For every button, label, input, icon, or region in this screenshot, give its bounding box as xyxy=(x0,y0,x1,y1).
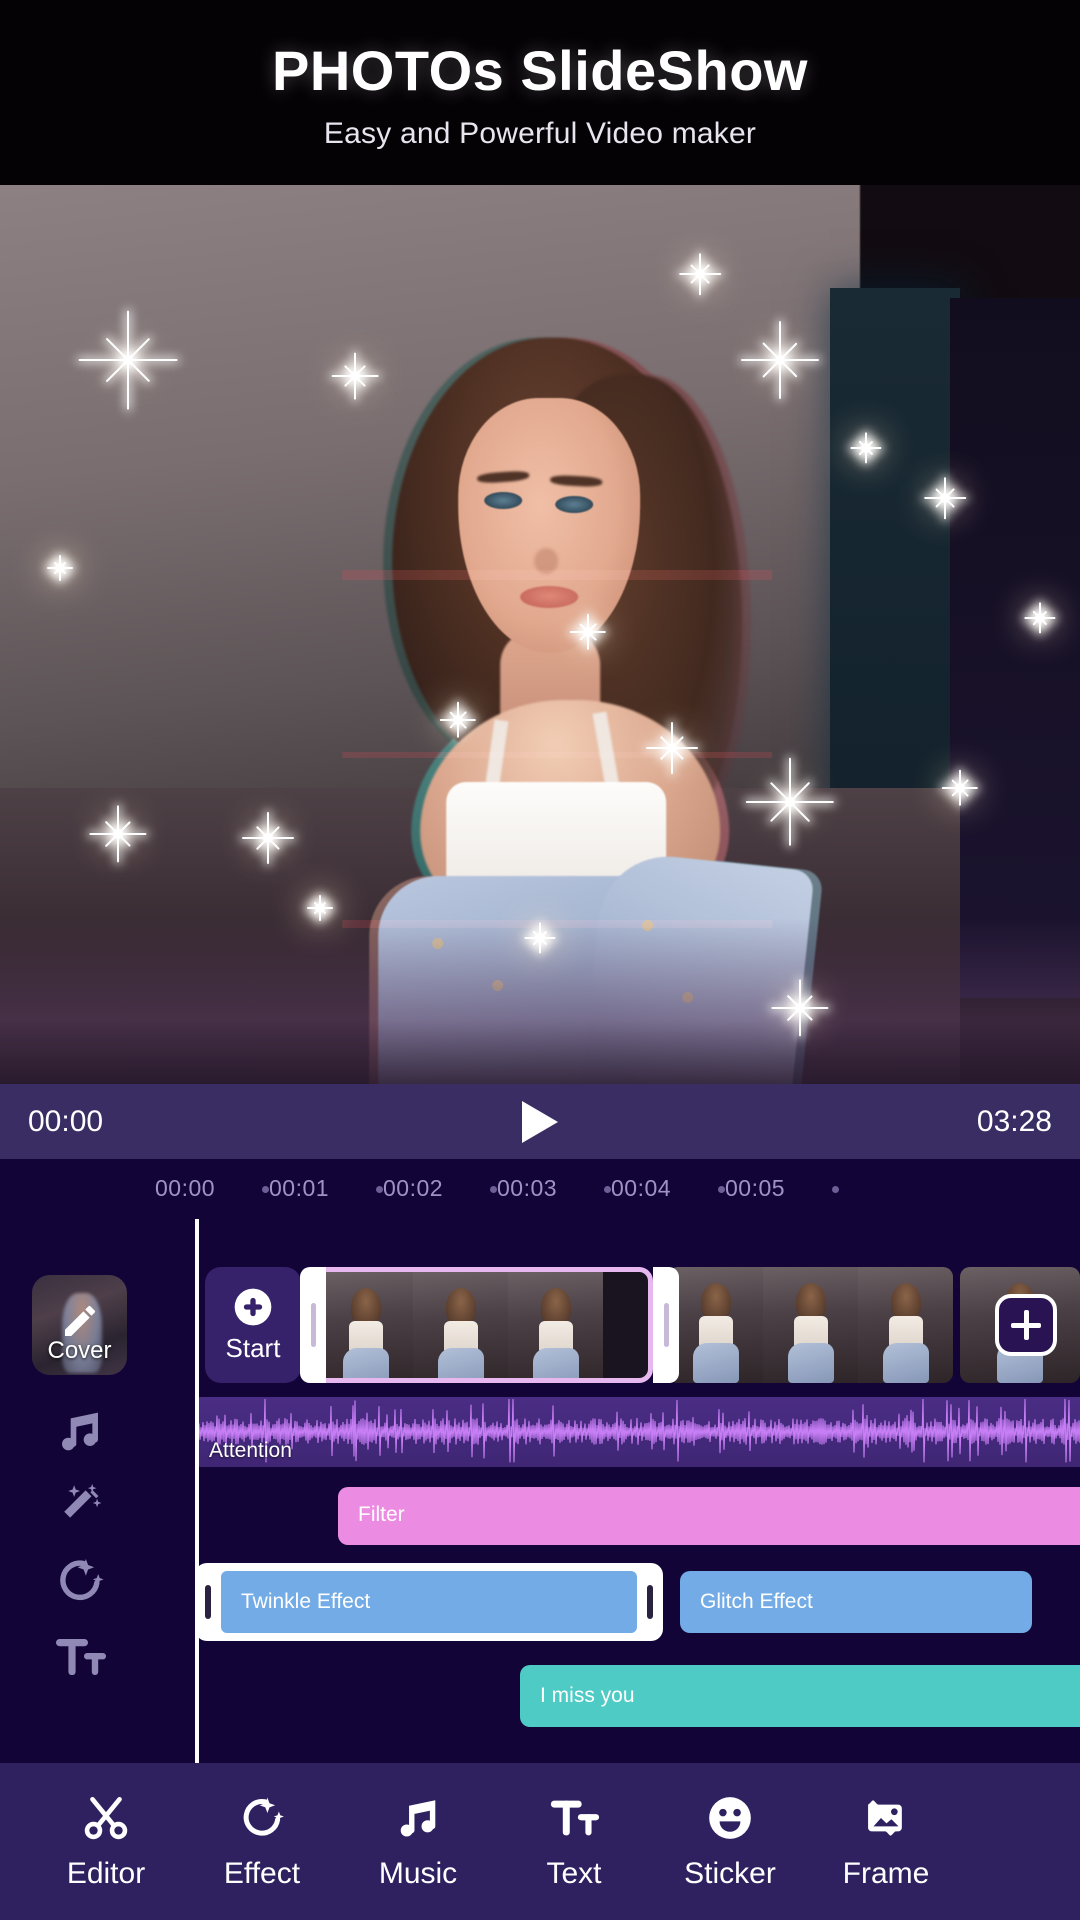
effect-trim-handle-right[interactable] xyxy=(647,1585,653,1619)
ruler-dot xyxy=(718,1186,725,1193)
nav-item-sticker[interactable]: Sticker xyxy=(652,1782,808,1902)
ruler-dot xyxy=(376,1186,383,1193)
nav-label: Effect xyxy=(223,1856,301,1890)
video-preview[interactable] xyxy=(0,148,1080,1088)
clip-frame xyxy=(508,1272,603,1378)
bottom-toolbar: Editor Effect Music Text Sticker Frame xyxy=(0,1763,1080,1920)
add-clip-button[interactable] xyxy=(995,1294,1057,1356)
scissors-icon xyxy=(81,1793,131,1843)
player-control-bar: 00:00 03:28 xyxy=(0,1084,1080,1159)
ruler-dot xyxy=(262,1186,269,1193)
music-note-icon xyxy=(393,1793,443,1843)
effect-clip-label: Glitch Effect xyxy=(700,1590,813,1613)
filter-clip-label: Filter xyxy=(358,1503,405,1526)
effect-clip-twinkle[interactable]: Twinkle Effect xyxy=(195,1563,663,1641)
text-clip-label: I miss you xyxy=(540,1684,635,1707)
nav-item-frame[interactable]: Frame xyxy=(808,1782,964,1902)
ruler-tick: 00:02 xyxy=(383,1175,444,1201)
preview-floor-glow xyxy=(0,918,1080,1088)
total-time-label: 03:28 xyxy=(976,1104,1052,1138)
ruler-tick: 00:04 xyxy=(611,1175,672,1201)
nav-label: Editor xyxy=(66,1856,146,1890)
audio-track[interactable]: Attention xyxy=(195,1397,1080,1467)
ruler-dot xyxy=(604,1186,611,1193)
audio-waveform xyxy=(195,1398,1080,1463)
text-tt-icon[interactable] xyxy=(0,1609,160,1705)
smiley-icon xyxy=(705,1793,755,1843)
start-clip-button[interactable]: Start xyxy=(205,1267,301,1383)
timeline-side-rail: Cover xyxy=(0,1219,160,1763)
clip-frame xyxy=(668,1267,763,1383)
plus-circle-icon xyxy=(234,1288,272,1325)
timeline-ruler[interactable]: 00:00 00:01 00:02 00:03 00:04 00:05 xyxy=(0,1159,1080,1219)
ruler-dot xyxy=(832,1186,839,1193)
frame-picture-icon xyxy=(861,1793,911,1843)
nav-label: Sticker xyxy=(684,1856,776,1890)
video-clip-1[interactable] xyxy=(313,1267,653,1383)
nav-label: Text xyxy=(546,1856,602,1890)
clip-frame xyxy=(318,1272,413,1378)
nav-label: Music xyxy=(378,1856,458,1890)
nav-label: Frame xyxy=(842,1856,930,1890)
effect-trim-handle-left[interactable] xyxy=(205,1585,211,1619)
page-subtitle: Easy and Powerful Video maker xyxy=(323,117,757,150)
nav-item-editor[interactable]: Editor xyxy=(28,1782,184,1902)
timeline-panel[interactable]: 00:00 00:01 00:02 00:03 00:04 00:05 Cove… xyxy=(0,1159,1080,1763)
audio-track-label: Attention xyxy=(209,1439,292,1462)
cover-label: Cover xyxy=(47,1337,112,1364)
video-track[interactable]: Start xyxy=(0,1267,1080,1383)
clip-frame xyxy=(413,1272,508,1378)
preview-pillar xyxy=(830,288,960,848)
filter-track-clip[interactable]: Filter xyxy=(338,1487,1080,1545)
play-icon[interactable] xyxy=(518,1099,562,1145)
text-track-clip[interactable]: I miss you xyxy=(520,1665,1080,1727)
video-clip-2[interactable] xyxy=(668,1267,953,1383)
sparkle-effect-icon xyxy=(237,1793,287,1843)
current-time-label: 00:00 xyxy=(28,1104,104,1138)
ruler-tick: 00:01 xyxy=(269,1175,330,1201)
nav-item-text[interactable]: Text xyxy=(496,1782,652,1902)
video-editor-app: PHOTOs SlideShow Easy and Powerful Video… xyxy=(0,0,1080,1920)
clip-trim-handle-right[interactable] xyxy=(653,1267,679,1383)
nav-item-effect[interactable]: Effect xyxy=(184,1782,340,1902)
text-tt-icon xyxy=(547,1793,601,1843)
playhead-indicator[interactable] xyxy=(195,1219,199,1763)
start-label: Start xyxy=(225,1332,281,1363)
clip-frame xyxy=(763,1267,858,1383)
preview-right-panel xyxy=(950,298,1080,998)
clip-frame xyxy=(858,1267,953,1383)
effect-clip-label: Twinkle Effect xyxy=(241,1590,371,1613)
app-header: PHOTOs SlideShow Easy and Powerful Video… xyxy=(0,0,1080,185)
ruler-tick: 00:03 xyxy=(497,1175,558,1201)
ruler-tick: 00:05 xyxy=(725,1175,786,1201)
page-title: PHOTOs SlideShow xyxy=(272,39,808,102)
ruler-tick: 00:00 xyxy=(155,1175,216,1201)
nav-item-music[interactable]: Music xyxy=(340,1782,496,1902)
cover-thumbnail-button[interactable]: Cover xyxy=(32,1275,127,1375)
ruler-dot xyxy=(490,1186,497,1193)
effect-clip-glitch[interactable]: Glitch Effect xyxy=(680,1571,1032,1633)
clip-trim-handle-left[interactable] xyxy=(300,1267,326,1383)
